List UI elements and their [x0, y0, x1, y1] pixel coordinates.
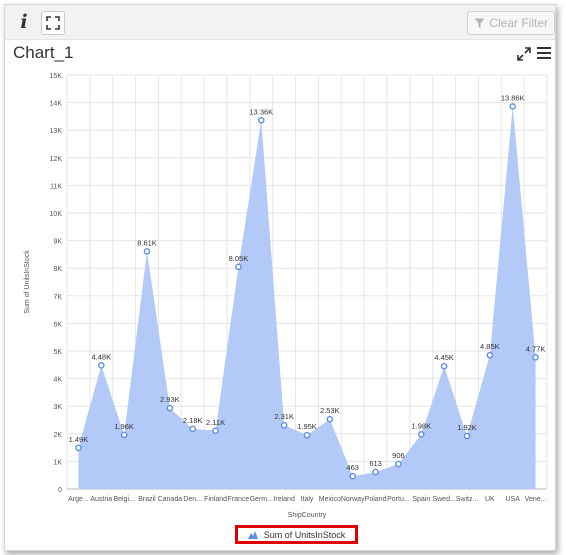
- data-point: [440, 362, 448, 370]
- data-label: 4.85K: [480, 342, 500, 351]
- data-label: 4.77K: [526, 344, 546, 353]
- y-tick-label: 1K: [53, 459, 62, 466]
- data-label: 613: [369, 459, 382, 468]
- data-point: [166, 404, 174, 412]
- x-tick-label: Italy: [301, 496, 314, 503]
- y-tick-label: 6K: [53, 321, 62, 328]
- data-point: [463, 432, 471, 440]
- area-chart: 0 1K 2K 3K 4K 5K 6K 7K 8K 9K 10K 11K 12K 13K 14K 15K 1.4…: [24, 73, 548, 519]
- y-tick-label: 4K: [53, 377, 62, 384]
- data-label: 2.93K: [160, 395, 180, 404]
- x-axis-title: ShipCountry: [288, 512, 327, 519]
- legend-label: Sum of UnitsInStock: [263, 529, 346, 540]
- y-tick-label: 0: [58, 487, 62, 494]
- data-point: [303, 431, 311, 439]
- legend[interactable]: Sum of UnitsInStock: [235, 525, 358, 544]
- data-label: 906: [392, 451, 405, 460]
- data-point: [532, 354, 539, 361]
- data-label: 2.18K: [183, 416, 203, 425]
- data-point: [372, 468, 379, 476]
- y-tick-label: 13K: [50, 128, 63, 135]
- data-point: [97, 362, 105, 369]
- data-point: [212, 427, 219, 435]
- x-tick-label: USA: [506, 496, 521, 503]
- x-tick-label: Belgi...: [113, 496, 134, 503]
- data-point: [486, 351, 494, 359]
- data-point: [257, 116, 265, 124]
- y-tick-label: 7K: [53, 294, 62, 301]
- data-label: 1.98K: [411, 421, 431, 430]
- data-label: 4.48K: [91, 352, 111, 361]
- x-tick-label: Vene...: [525, 496, 547, 503]
- x-tick-label: Switz...: [456, 496, 479, 503]
- data-label: 2.11K: [206, 418, 225, 427]
- data-point: [120, 431, 128, 439]
- data-point: [143, 248, 151, 255]
- x-tick-label: Spain: [412, 496, 430, 503]
- data-label: 8.61K: [137, 238, 157, 247]
- x-tick-label: Poland: [365, 496, 387, 503]
- x-tick-label: Ireland: [273, 496, 295, 503]
- data-label: 13.86K: [501, 93, 525, 102]
- x-tick-label: Arge...: [68, 496, 89, 503]
- data-label: 1.95K: [297, 422, 317, 431]
- data-point: [189, 425, 197, 433]
- y-axis-title: Sum of UnitsInStock: [24, 250, 31, 314]
- x-tick-label: Den...: [183, 496, 202, 503]
- data-point: [280, 421, 288, 429]
- x-tick-label: Brazil: [138, 496, 156, 503]
- x-tick-label: Swed...: [432, 496, 455, 503]
- x-tick-label: Canada: [158, 496, 183, 503]
- data-label: 13.36K: [249, 107, 273, 116]
- y-tick-label: 10K: [50, 211, 63, 218]
- data-label: 1.49K: [69, 435, 89, 444]
- legend-area-icon: [247, 530, 258, 539]
- y-tick-label: 9K: [53, 239, 62, 246]
- data-point: [417, 431, 425, 438]
- data-point: [235, 263, 242, 271]
- x-tick-label: Mexico: [319, 496, 341, 503]
- x-tick-label: Portu...: [387, 496, 410, 503]
- data-point: [326, 415, 334, 423]
- data-point: [509, 103, 517, 110]
- x-tick-label: France: [228, 496, 250, 503]
- y-tick-label: 12K: [50, 156, 63, 163]
- data-label: 2.53K: [320, 406, 340, 415]
- x-tick-label: UK: [485, 496, 495, 503]
- y-tick-label: 3K: [53, 404, 62, 411]
- chart-window: i Clear Filter Chart_1 0 1K 2K 3K 4K 5K 6K 7K 8K…: [4, 4, 556, 551]
- data-point: [75, 444, 82, 452]
- data-label: 8.05K: [229, 254, 249, 263]
- data-label: 1.92K: [457, 423, 477, 432]
- x-tick-label: Austria: [90, 496, 112, 503]
- y-tick-label: 8K: [53, 266, 62, 273]
- x-tick-label: Norway: [341, 496, 365, 503]
- data-label: 1.96K: [114, 422, 134, 431]
- x-tick-label: Finland: [204, 496, 227, 503]
- data-point: [395, 460, 402, 468]
- y-tick-label: 2K: [53, 432, 62, 439]
- data-point: [349, 472, 357, 480]
- data-label: 4.45K: [434, 353, 454, 362]
- data-label: 2.31K: [274, 412, 294, 421]
- y-tick-label: 15K: [50, 73, 63, 80]
- x-tick-label: Germ...: [250, 496, 273, 503]
- y-tick-label: 11K: [50, 183, 62, 190]
- data-label: 463: [346, 463, 359, 472]
- y-tick-label: 5K: [53, 349, 62, 356]
- y-tick-label: 14K: [50, 101, 63, 108]
